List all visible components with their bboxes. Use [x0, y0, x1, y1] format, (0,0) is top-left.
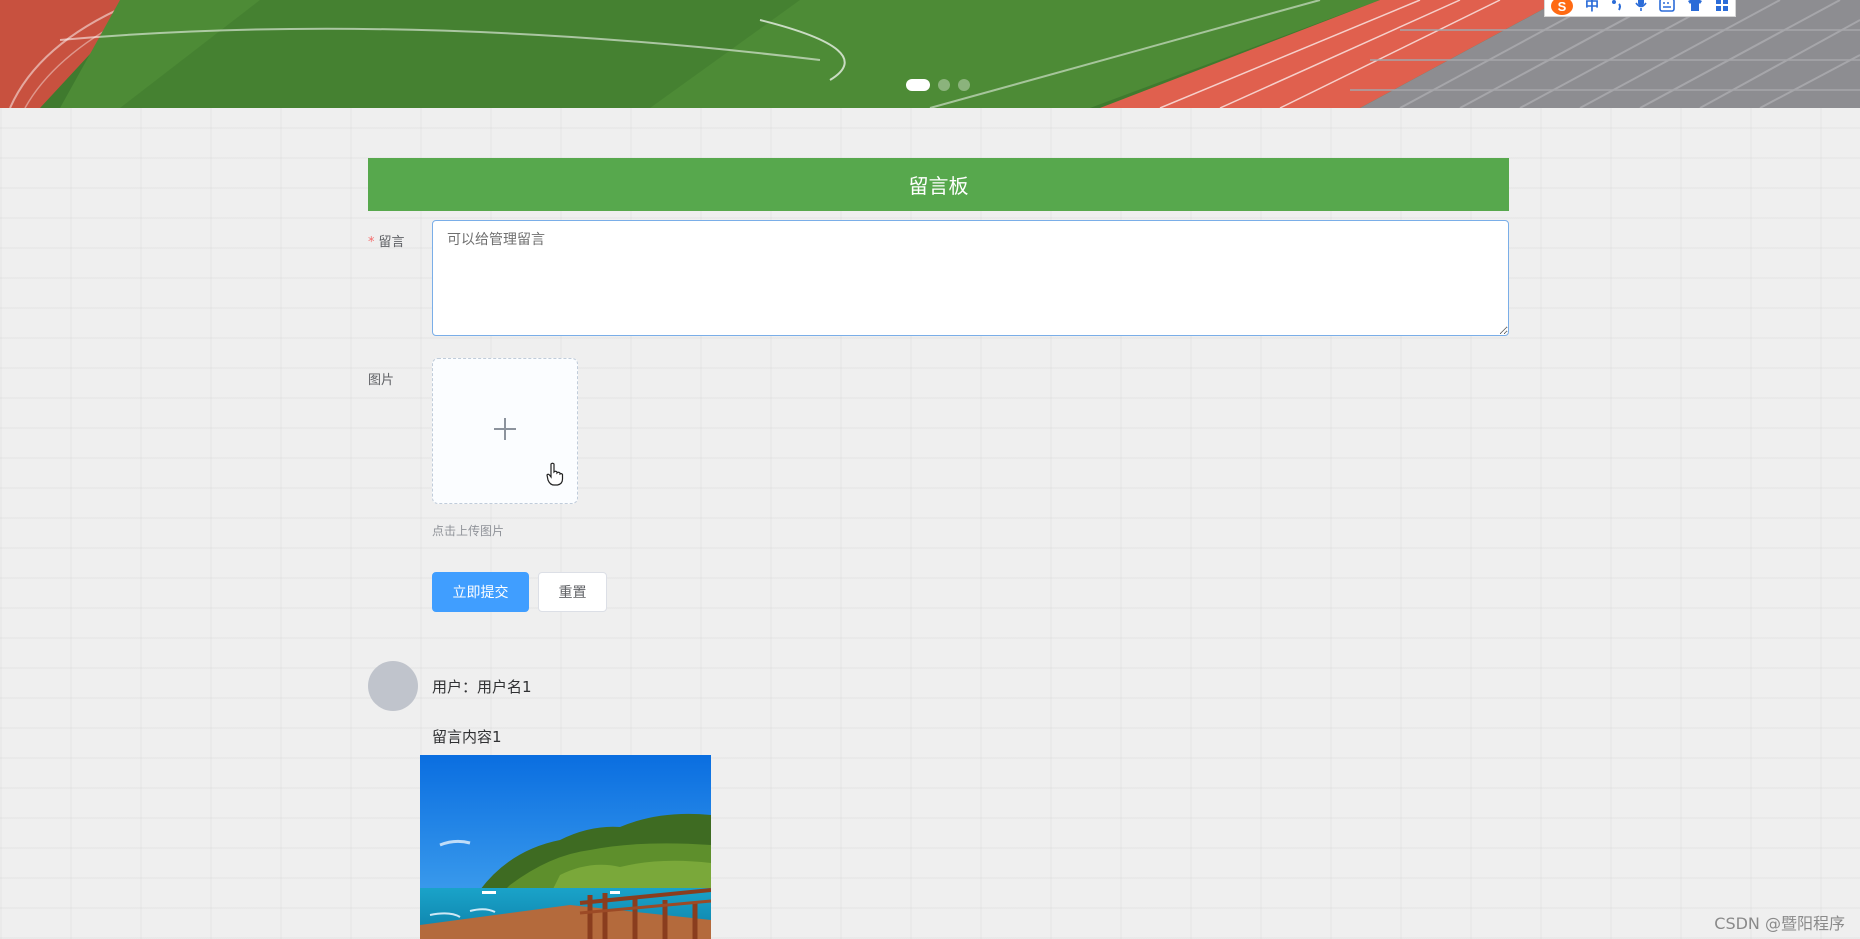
microphone-icon[interactable] — [1635, 0, 1647, 16]
image-label: 图片 — [368, 373, 395, 388]
ime-logo-icon[interactable]: S — [1551, 0, 1573, 15]
required-asterisk: * — [368, 235, 375, 250]
upload-tip: 点击上传图片 — [432, 524, 505, 538]
avatar — [368, 661, 418, 711]
hand-cursor-icon — [546, 462, 564, 490]
comment-content: 留言内容1 — [432, 728, 502, 746]
plus-icon — [492, 414, 518, 448]
ime-toolbar[interactable]: S 中 — [1544, 0, 1736, 17]
carousel-dot-3[interactable] — [958, 79, 970, 91]
message-label-text: 留言 — [378, 235, 405, 250]
carousel-indicators — [906, 79, 970, 91]
punctuation-icon[interactable] — [1611, 0, 1623, 16]
carousel-dot-2[interactable] — [938, 79, 950, 91]
watermark: CSDN @暨阳程序 — [1714, 914, 1845, 933]
submit-button[interactable]: 立即提交 — [432, 572, 529, 612]
comment-user: 用户：用户名1 — [432, 678, 532, 696]
comment-image[interactable] — [420, 755, 711, 939]
board-title: 留言板 — [368, 158, 1509, 211]
reset-button[interactable]: 重置 — [538, 572, 607, 612]
message-textarea[interactable] — [432, 220, 1509, 336]
keyboard-icon[interactable] — [1659, 0, 1675, 16]
image-upload-button[interactable] — [432, 358, 578, 504]
ime-mode-button[interactable]: 中 — [1585, 0, 1599, 15]
toolbox-icon[interactable] — [1715, 0, 1729, 16]
message-label: * 留言 — [368, 231, 405, 250]
carousel-dot-1[interactable] — [906, 79, 930, 91]
island-photo — [420, 755, 711, 939]
skin-icon[interactable] — [1687, 0, 1703, 16]
